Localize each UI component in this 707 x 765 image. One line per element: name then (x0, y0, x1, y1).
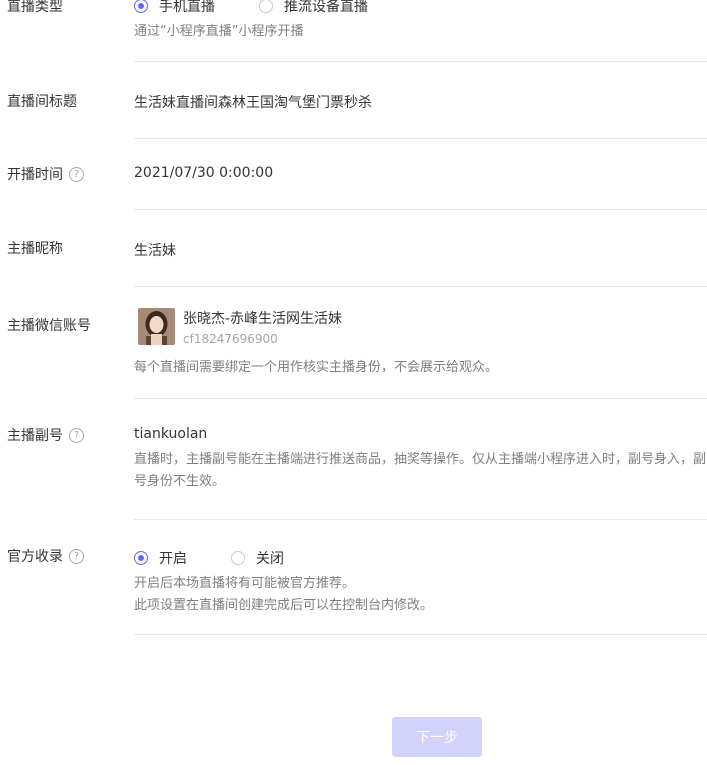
official-include-row: 官方收录 ? 开启 关闭 开启后本场直播将有可能被官方推荐。 此项设置在直播间创… (0, 520, 707, 634)
avatar (138, 308, 175, 345)
anchor-wechat-label-text: 主播微信账号 (7, 318, 91, 334)
anchor-nickname-label-text: 主播昵称 (7, 241, 63, 257)
start-time-label-text: 开播时间 (7, 167, 63, 183)
live-type-label-text: 直播类型 (7, 0, 63, 15)
avatar-image (138, 308, 175, 345)
anchor-nickname-value: 生活妹 (134, 243, 176, 259)
room-title-row: 直播间标题 生活妹直播间森林王国淘气堡门票秒杀 (0, 62, 707, 138)
start-time-value: 2021/07/30 0:00:00 (134, 165, 274, 181)
radio-checked-icon (134, 551, 148, 565)
next-step-button[interactable]: 下一步 (392, 717, 482, 757)
anchor-sub-value: tiankuolan (134, 426, 208, 442)
anchor-wechat-label: 主播微信账号 (7, 315, 91, 335)
live-type-row: 直播类型 手机直播 推流设备直播 通过“小程序直播”小程序开播 (0, 0, 707, 62)
radio-official-on-label: 开启 (159, 551, 187, 567)
question-circle-icon[interactable]: ? (69, 427, 84, 443)
radio-unchecked-icon (231, 551, 245, 565)
radio-official-off[interactable]: 关闭 (231, 548, 284, 568)
live-type-label: 直播类型 (7, 0, 63, 16)
radio-official-on[interactable]: 开启 (134, 548, 187, 568)
start-time-label: 开播时间 ? (7, 164, 84, 184)
official-include-tip-2: 此项设置在直播间创建完成后可以在控制台内修改。 (134, 598, 434, 613)
start-time-row: 开播时间 ? 2021/07/30 0:00:00 (0, 139, 707, 209)
anchor-account-id: cf18247696900 (183, 332, 278, 346)
live-type-content: 手机直播 推流设备直播 通过“小程序直播”小程序开播 (134, 0, 707, 43)
radio-phone-live[interactable]: 手机直播 (134, 0, 215, 16)
radio-checked-icon (134, 0, 148, 13)
official-include-label-text: 官方收录 (7, 549, 63, 565)
radio-official-off-label: 关闭 (256, 551, 284, 567)
anchor-sub-tip: 直播时，主播副号能在主播端进行推送商品，抽奖等操作。仅从主播端小程序进入时，副号… (134, 452, 707, 489)
anchor-account-text: 张晓杰-赤峰生活网生活妹 cf18247696900 (183, 308, 342, 347)
anchor-account-name: 张晓杰-赤峰生活网生活妹 (183, 311, 343, 327)
question-circle-icon[interactable]: ? (69, 166, 84, 182)
divider (134, 634, 707, 635)
room-title-value: 生活妹直播间森林王国淘气堡门票秒杀 (134, 95, 372, 111)
radio-stream-device-live-label: 推流设备直播 (284, 0, 368, 15)
anchor-nickname-label: 主播昵称 (7, 238, 63, 258)
radio-unchecked-icon (259, 0, 273, 13)
anchor-wechat-row: 主播微信账号 张晓杰-赤峰生活网生活妹 cf18247696900 每个直播间需… (0, 287, 707, 398)
room-title-label: 直播间标题 (7, 91, 77, 111)
live-type-radio-group: 手机直播 推流设备直播 (134, 0, 707, 16)
official-include-tip-1: 开启后本场直播将有可能被官方推荐。 (134, 576, 356, 591)
radio-phone-live-label: 手机直播 (159, 0, 215, 15)
anchor-sub-row: 主播副号 ? tiankuolan 直播时，主播副号能在主播端进行推送商品，抽奖… (0, 399, 707, 519)
question-circle-icon[interactable]: ? (69, 548, 84, 564)
anchor-nickname-row: 主播昵称 生活妹 (0, 210, 707, 286)
anchor-sub-label-text: 主播副号 (7, 428, 63, 444)
anchor-account-card: 张晓杰-赤峰生活网生活妹 cf18247696900 (138, 308, 707, 347)
room-title-label-text: 直播间标题 (7, 94, 77, 110)
official-include-radio-group: 开启 关闭 (134, 548, 707, 568)
official-include-label: 官方收录 ? (7, 546, 84, 566)
anchor-wechat-tip: 每个直播间需要绑定一个用作核实主播身份，不会展示给观众。 (134, 360, 499, 375)
anchor-sub-label: 主播副号 ? (7, 425, 84, 445)
radio-stream-device-live[interactable]: 推流设备直播 (259, 0, 368, 16)
live-type-tip: 通过“小程序直播”小程序开播 (134, 24, 304, 39)
